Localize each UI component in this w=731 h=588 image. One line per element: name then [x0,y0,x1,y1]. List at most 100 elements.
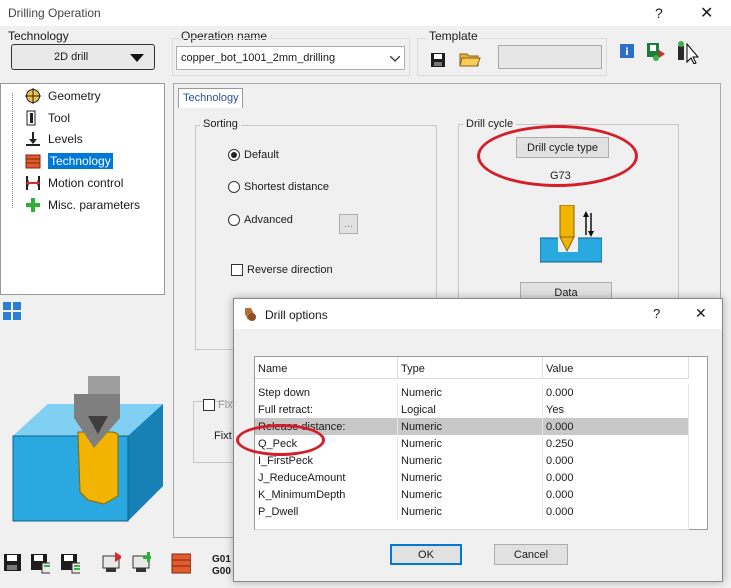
table-cell-type: Logical [398,401,543,418]
template-label: Template [427,29,480,43]
table-cell-name: K_MinimumDepth [255,486,398,503]
sort-default-label: Default [244,149,279,161]
dialog-close-button[interactable]: ✕ [695,305,707,322]
technology-label: Technology [8,29,69,43]
fix-checkbox[interactable] [203,399,215,411]
tree-guide [12,93,13,208]
cancel-button[interactable]: Cancel [494,544,568,565]
tree-item-label: Technology [48,153,113,169]
tree-item-label: Geometry [48,89,101,103]
sort-default-radio[interactable]: Default [228,149,279,161]
drill-options-titlebar: Drill options ? ✕ [234,299,722,329]
tool-icon [26,110,36,126]
table-cell-value[interactable]: 0.000 [543,384,689,401]
tree-item-label: Levels [48,132,83,146]
technology-value: 2D drill [54,51,89,63]
plus-icon [26,198,40,212]
table-cell-value[interactable]: Yes [543,401,689,418]
table-cell-value[interactable]: 0.000 [543,418,689,435]
info-icon[interactable]: i [620,44,634,58]
sort-shortest-radio[interactable]: Shortest distance [228,181,329,193]
tree-item-levels[interactable]: Levels [25,130,83,148]
table-cell-value[interactable]: 0.000 [543,452,689,469]
save-all-icon[interactable] [60,552,80,574]
gcode-g01-label: G01 [212,554,231,565]
cursor-tool-icon[interactable] [674,40,702,64]
tree-item-tool[interactable]: Tool [25,109,70,127]
save-icon[interactable] [3,552,23,574]
chevron-down-icon [390,56,400,62]
title-bar: Drilling Operation ? ✕ [0,0,731,26]
advanced-options-button[interactable]: ... [339,214,358,234]
table-cell-value[interactable]: 0.000 [543,486,689,503]
table-cell-name: P_Dwell [255,503,398,520]
operation-tree: Geometry Tool Levels Technology Motion c… [0,83,165,295]
operation-name-combo[interactable]: copper_bot_1001_2mm_drilling [176,46,405,70]
radio-dot [228,181,240,193]
drill-cycle-label: Drill cycle [463,118,517,130]
fix-checkbox-label: Fix [218,399,233,411]
save-compute-icon[interactable] [30,552,50,574]
sorting-label: Sorting [200,118,241,130]
table-cell-value[interactable]: 0.000 [543,469,689,486]
drill-app-icon [245,308,256,321]
table-cell-type: Numeric [398,503,543,520]
table-cell-name: Step down [255,384,398,401]
tree-item-label: Motion control [48,176,124,190]
reverse-direction-label: Reverse direction [247,264,333,276]
table-empty-row [255,520,689,530]
tree-item-label: Misc. parameters [48,198,141,212]
motion-icon [26,176,40,190]
tree-item-technology[interactable]: Technology [25,152,113,170]
table-cell-type: Numeric [398,435,543,452]
layout-grid-icon[interactable] [3,302,22,321]
gcode-g00-label: G00 [212,566,231,577]
target-icon [25,88,41,104]
tool-export-icon[interactable] [645,40,667,62]
help-button[interactable]: ? [655,5,663,21]
tree-item-geometry[interactable]: Geometry [25,87,101,105]
reverse-direction-checkbox[interactable]: Reverse direction [231,264,333,276]
radio-dot [228,149,240,161]
save-icon[interactable] [430,52,446,68]
drill-preview-illustration [12,376,163,522]
table-cell-type: Numeric [398,486,543,503]
simulate-icon[interactable] [101,552,121,574]
column-header-value[interactable]: Value [543,357,689,379]
checkbox-box [231,264,243,276]
annotation-oval [477,125,638,187]
fixture-label: Fixt [214,430,232,442]
table-cell-value[interactable]: 0.000 [543,503,689,520]
operation-name-value: copper_bot_1001_2mm_drilling [181,52,336,64]
open-folder-icon[interactable] [459,50,481,68]
close-button[interactable]: ✕ [700,3,713,23]
ok-button[interactable]: OK [390,544,462,565]
table-cell-name: J_ReduceAmount [255,469,398,486]
tree-item-misc-parameters[interactable]: Misc. parameters [25,196,140,214]
table-cell-value[interactable]: 0.250 [543,435,689,452]
sort-shortest-label: Shortest distance [244,181,329,193]
svg-text:i: i [625,47,628,58]
technology-icon [25,154,41,169]
window-title: Drilling Operation [8,6,101,20]
radio-dot [228,214,240,226]
annotation-oval [236,424,325,456]
tree-item-label: Tool [48,111,71,125]
tab-technology[interactable]: Technology [178,88,243,108]
dialog-help-button[interactable]: ? [653,306,660,321]
add-simulate-icon[interactable] [131,552,151,574]
dropdown-arrow-icon [130,54,144,62]
template-field[interactable] [498,45,602,69]
column-header-type[interactable]: Type [398,357,543,379]
table-cell-name: Full retract: [255,401,398,418]
table-cell-type: Numeric [398,384,543,401]
technology-dropdown[interactable]: 2D drill [11,44,155,70]
sort-advanced-radio[interactable]: Advanced [228,214,293,226]
technology-stack-icon[interactable] [171,552,191,574]
table-cell-type: Numeric [398,418,543,435]
column-header-name[interactable]: Name [255,357,398,379]
sort-advanced-label: Advanced [244,214,293,226]
table-cell-type: Numeric [398,452,543,469]
table-cell-type: Numeric [398,469,543,486]
tree-item-motion-control[interactable]: Motion control [25,174,123,192]
